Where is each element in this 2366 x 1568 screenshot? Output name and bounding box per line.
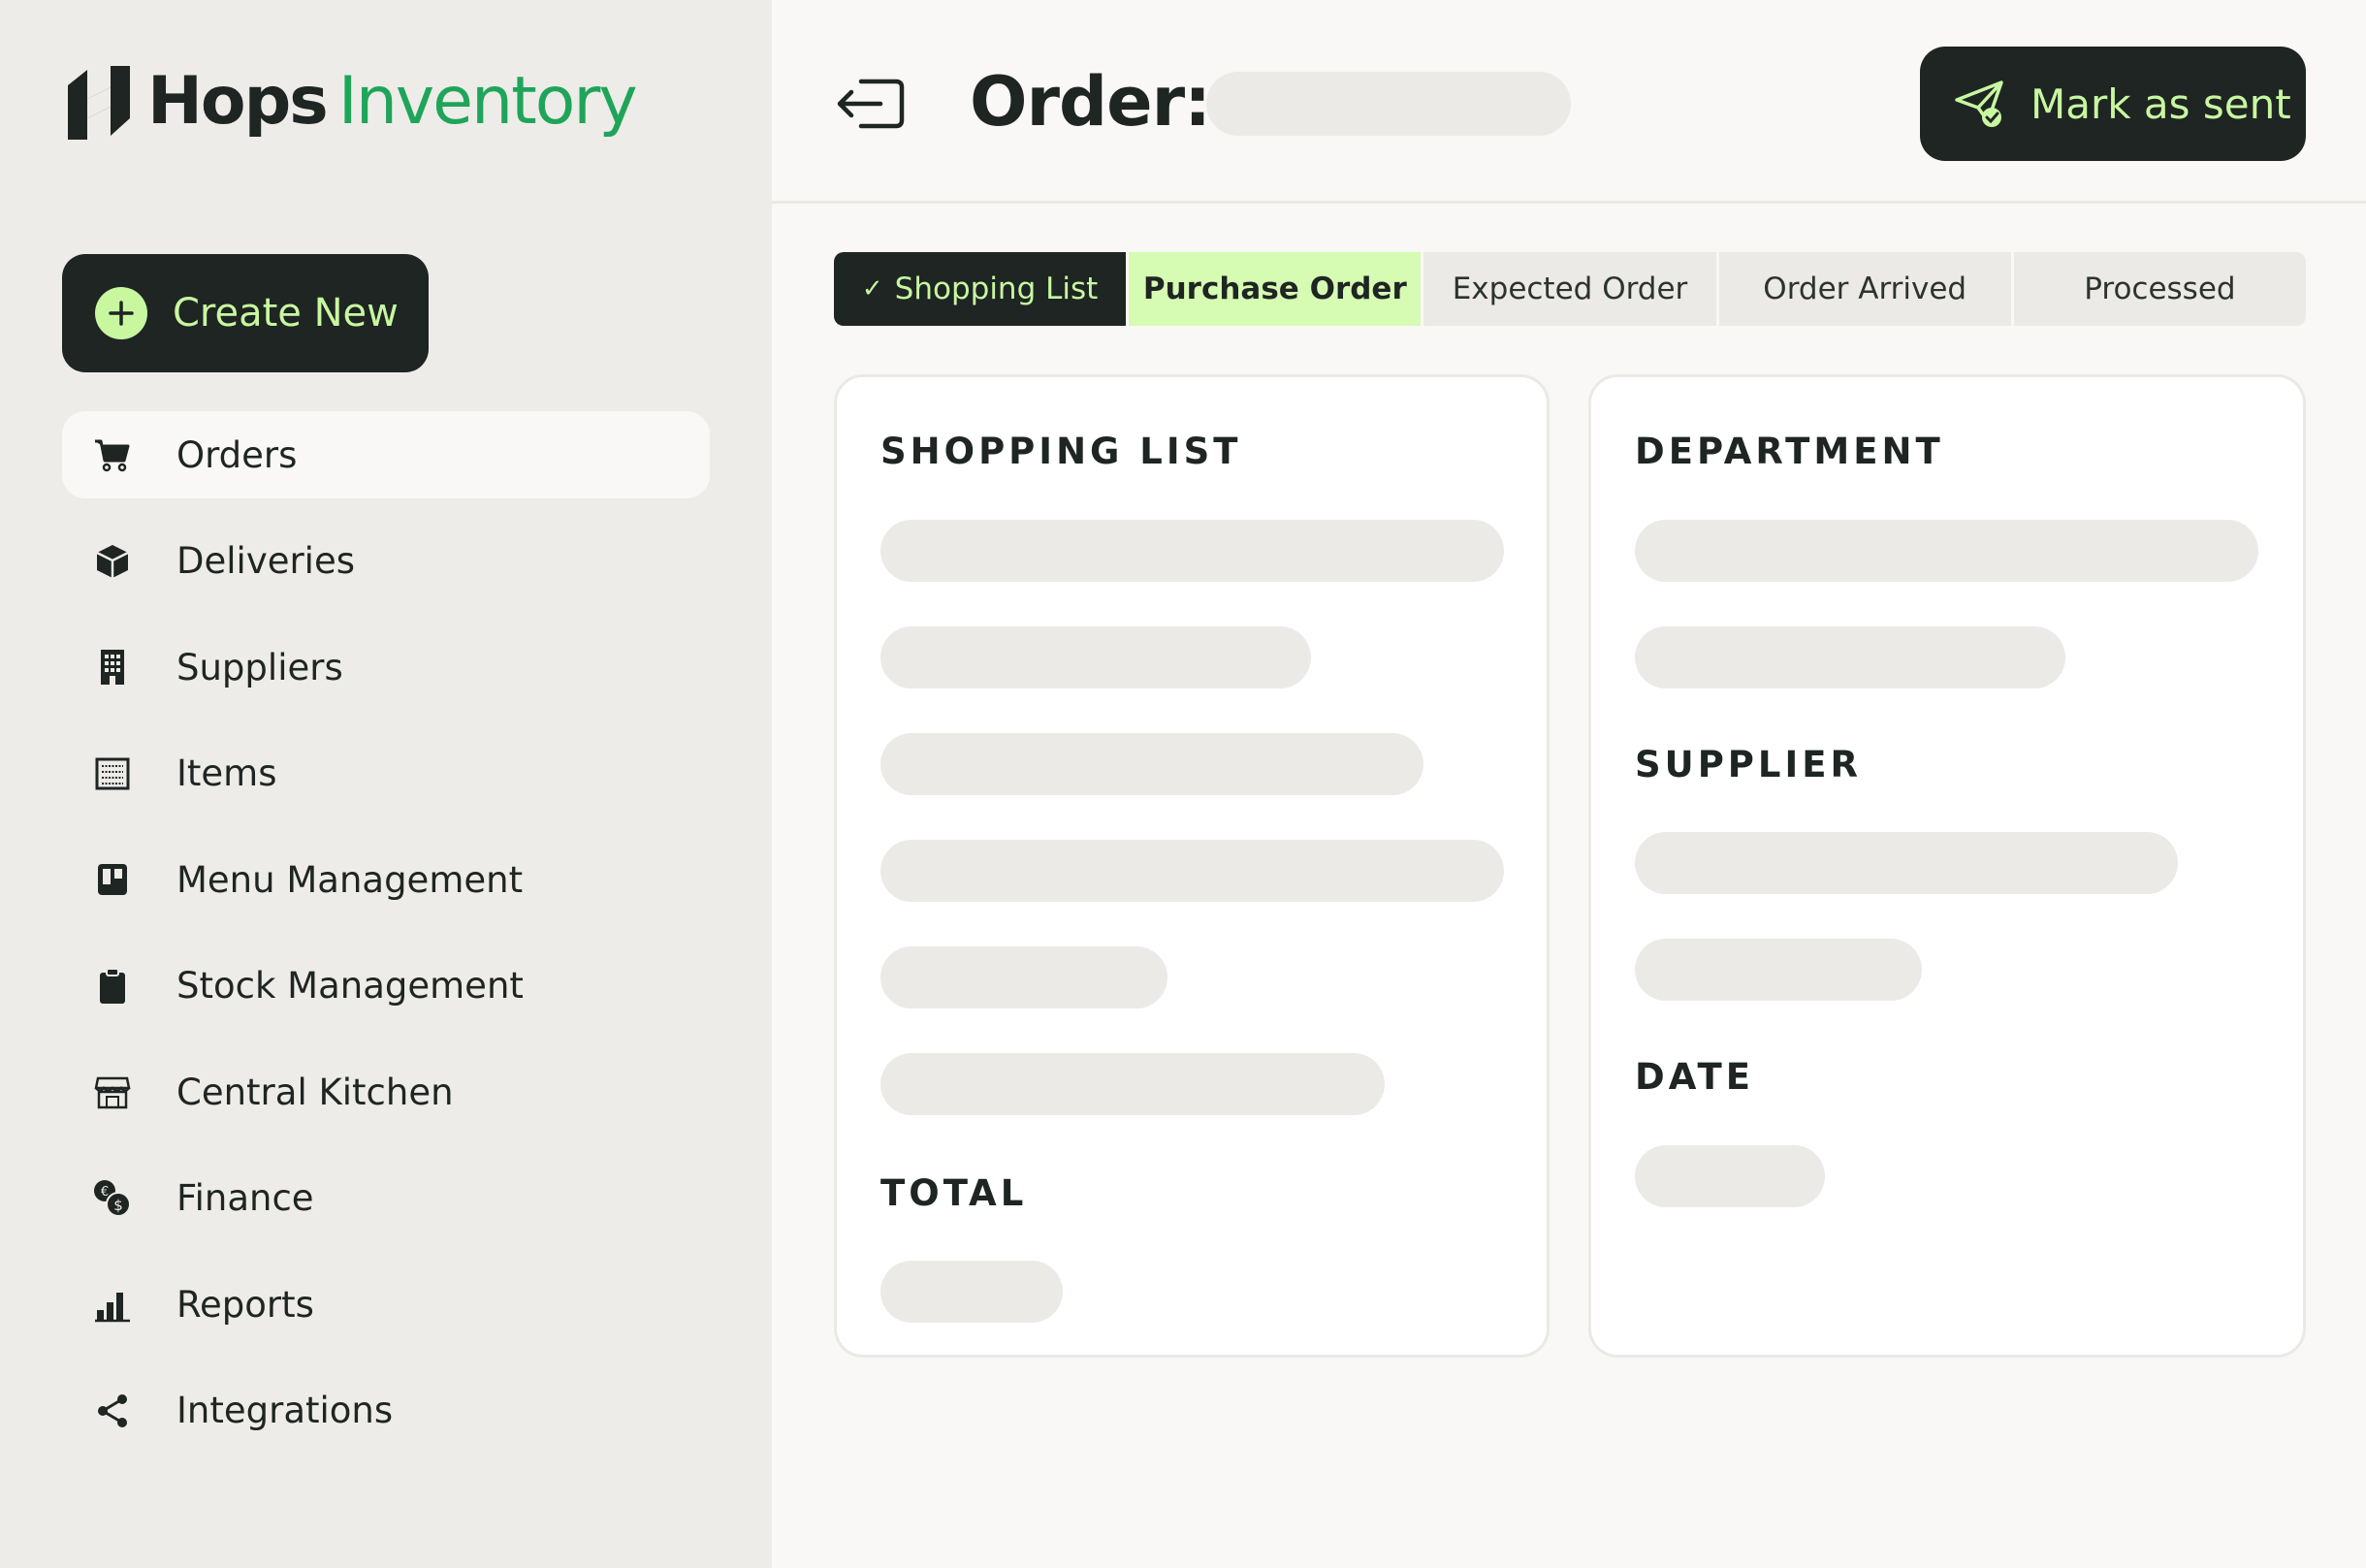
list-icon [91,752,134,795]
step-label: Shopping List [894,272,1099,306]
step-shopping-list[interactable]: ✓ Shopping List [834,252,1130,326]
skeleton-line [880,520,1504,582]
date-skeleton [1635,1145,1825,1207]
skeleton-line [1635,520,2258,582]
svg-text:$: $ [113,1197,123,1214]
brand-name-part2: Inventory [337,63,638,140]
send-check-icon [1955,80,2003,127]
hops-logo-icon [68,66,130,140]
step-expected-order[interactable]: Expected Order [1423,252,1719,326]
exit-arrow-icon [837,79,905,129]
store-icon [91,1071,134,1113]
skeleton-line [1635,832,2178,894]
order-header: Order: Mark as sent [772,0,2366,204]
total-skeleton [880,1261,1063,1323]
skeleton-line [880,733,1423,795]
department-heading: DEPARTMENT [1635,431,1944,472]
brand-logo[interactable]: Hops Inventory [60,58,638,145]
date-heading: DATE [1635,1056,1754,1098]
menu-icon [91,858,134,901]
order-status-stepper: ✓ Shopping List Purchase Order Expected … [834,252,2306,326]
sidebar-item-deliveries[interactable]: Deliveries [62,518,710,605]
create-new-label: Create New [173,291,399,336]
step-purchase-order[interactable]: Purchase Order [1129,252,1424,326]
create-new-button[interactable]: Create New [62,254,429,372]
sidebar-item-integrations[interactable]: Integrations [62,1367,710,1455]
sidebar-item-items[interactable]: Items [62,730,710,817]
skeleton-line [1635,626,2065,688]
sidebar-nav: Orders Deliveries Suppliers Items Menu M… [62,411,710,1473]
sidebar-item-label: Orders [176,433,298,476]
box-icon [91,540,134,583]
step-label: Order Arrived [1763,272,1967,306]
cart-icon [91,433,134,476]
sidebar-item-suppliers[interactable]: Suppliers [62,624,710,711]
skeleton-line [880,1053,1385,1115]
sidebar-item-finance[interactable]: € $ Finance [62,1155,710,1242]
brand-wordmark: Hops Inventory [147,63,638,140]
mark-as-sent-label: Mark as sent [2030,80,2291,128]
sidebar-item-stock-management[interactable]: Stock Management [62,943,710,1030]
sidebar-item-menu-management[interactable]: Menu Management [62,836,710,923]
sidebar-item-label: Central Kitchen [176,1071,454,1113]
shopping-list-card: SHOPPING LIST TOTAL [834,374,1550,1358]
page-title: Order: [970,62,1211,142]
step-order-arrived[interactable]: Order Arrived [1719,252,2014,326]
sidebar-item-label: Menu Management [176,858,524,901]
sidebar-item-label: Suppliers [176,646,343,688]
sidebar-item-label: Items [176,752,277,794]
sidebar-item-central-kitchen[interactable]: Central Kitchen [62,1048,710,1136]
bar-chart-icon [91,1283,134,1326]
supplier-heading: SUPPLIER [1635,744,1863,785]
order-id-placeholder [1206,72,1571,136]
sidebar-item-reports[interactable]: Reports [62,1261,710,1348]
sidebar-item-label: Integrations [176,1390,394,1431]
step-label: Purchase Order [1142,272,1407,306]
back-button[interactable] [832,70,910,138]
total-heading: TOTAL [880,1172,1028,1214]
skeleton-line [1635,939,1922,1001]
skeleton-line [880,626,1311,688]
sidebar-item-label: Deliveries [176,540,356,582]
mark-as-sent-button[interactable]: Mark as sent [1920,47,2306,161]
building-icon [91,646,134,688]
plus-icon [95,287,147,339]
sidebar-item-label: Reports [176,1283,314,1326]
skeleton-line [880,946,1167,1008]
svg-text:€: € [101,1185,109,1200]
step-label: Processed [2084,272,2236,306]
step-label: Expected Order [1452,272,1688,306]
coins-icon: € $ [91,1177,134,1220]
step-processed[interactable]: Processed [2014,252,2306,326]
brand-name-part1: Hops [147,63,329,140]
sidebar: Hops Inventory Create New Orders Deliver… [0,0,772,1568]
clipboard-icon [91,965,134,1008]
order-details-card: DEPARTMENT SUPPLIER DATE [1588,374,2306,1358]
sidebar-item-label: Finance [176,1177,314,1219]
checkmark-icon: ✓ [861,274,883,304]
sidebar-item-orders[interactable]: Orders [62,411,710,498]
sidebar-item-label: Stock Management [176,965,524,1007]
share-icon [91,1390,134,1432]
shopping-list-heading: SHOPPING LIST [880,431,1242,472]
skeleton-line [880,840,1504,902]
